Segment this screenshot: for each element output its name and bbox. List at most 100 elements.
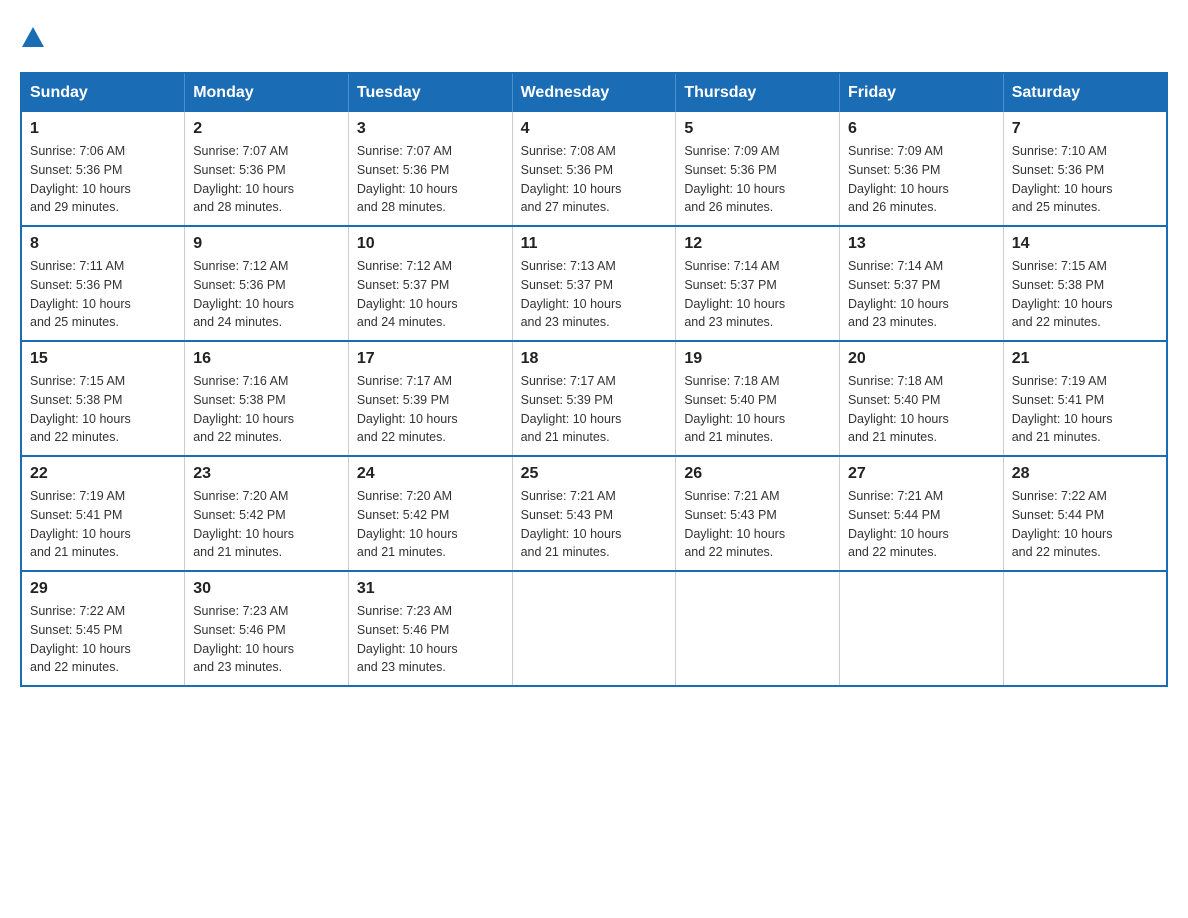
day-number: 18	[521, 350, 668, 368]
page-header	[20, 20, 1168, 52]
day-info: Sunrise: 7:20 AMSunset: 5:42 PMDaylight:…	[193, 489, 294, 559]
weekday-header-sunday: Sunday	[21, 73, 185, 112]
calendar-cell	[512, 571, 676, 686]
calendar-cell: 7 Sunrise: 7:10 AMSunset: 5:36 PMDayligh…	[1003, 112, 1167, 226]
day-info: Sunrise: 7:10 AMSunset: 5:36 PMDaylight:…	[1012, 144, 1113, 214]
weekday-header-thursday: Thursday	[676, 73, 840, 112]
day-info: Sunrise: 7:17 AMSunset: 5:39 PMDaylight:…	[357, 374, 458, 444]
day-number: 22	[30, 465, 176, 483]
calendar-week-row-3: 15 Sunrise: 7:15 AMSunset: 5:38 PMDaylig…	[21, 341, 1167, 456]
day-info: Sunrise: 7:21 AMSunset: 5:43 PMDaylight:…	[521, 489, 622, 559]
day-number: 2	[193, 120, 340, 138]
calendar-week-row-1: 1 Sunrise: 7:06 AMSunset: 5:36 PMDayligh…	[21, 112, 1167, 226]
day-number: 15	[30, 350, 176, 368]
weekday-header-wednesday: Wednesday	[512, 73, 676, 112]
day-number: 31	[357, 580, 504, 598]
day-info: Sunrise: 7:15 AMSunset: 5:38 PMDaylight:…	[30, 374, 131, 444]
day-info: Sunrise: 7:21 AMSunset: 5:43 PMDaylight:…	[684, 489, 785, 559]
day-number: 17	[357, 350, 504, 368]
day-number: 13	[848, 235, 995, 253]
day-info: Sunrise: 7:18 AMSunset: 5:40 PMDaylight:…	[848, 374, 949, 444]
calendar-cell	[840, 571, 1004, 686]
day-info: Sunrise: 7:20 AMSunset: 5:42 PMDaylight:…	[357, 489, 458, 559]
calendar-cell: 28 Sunrise: 7:22 AMSunset: 5:44 PMDaylig…	[1003, 456, 1167, 571]
day-info: Sunrise: 7:23 AMSunset: 5:46 PMDaylight:…	[357, 604, 458, 674]
calendar-cell: 25 Sunrise: 7:21 AMSunset: 5:43 PMDaylig…	[512, 456, 676, 571]
calendar-cell: 8 Sunrise: 7:11 AMSunset: 5:36 PMDayligh…	[21, 226, 185, 341]
day-info: Sunrise: 7:09 AMSunset: 5:36 PMDaylight:…	[848, 144, 949, 214]
calendar-cell: 6 Sunrise: 7:09 AMSunset: 5:36 PMDayligh…	[840, 112, 1004, 226]
day-number: 26	[684, 465, 831, 483]
day-number: 16	[193, 350, 340, 368]
day-number: 19	[684, 350, 831, 368]
day-info: Sunrise: 7:12 AMSunset: 5:37 PMDaylight:…	[357, 259, 458, 329]
day-info: Sunrise: 7:15 AMSunset: 5:38 PMDaylight:…	[1012, 259, 1113, 329]
calendar-cell: 24 Sunrise: 7:20 AMSunset: 5:42 PMDaylig…	[348, 456, 512, 571]
weekday-header-row: SundayMondayTuesdayWednesdayThursdayFrid…	[21, 73, 1167, 112]
day-number: 28	[1012, 465, 1158, 483]
calendar-cell: 18 Sunrise: 7:17 AMSunset: 5:39 PMDaylig…	[512, 341, 676, 456]
day-info: Sunrise: 7:16 AMSunset: 5:38 PMDaylight:…	[193, 374, 294, 444]
day-number: 5	[684, 120, 831, 138]
calendar-cell: 12 Sunrise: 7:14 AMSunset: 5:37 PMDaylig…	[676, 226, 840, 341]
calendar-cell: 19 Sunrise: 7:18 AMSunset: 5:40 PMDaylig…	[676, 341, 840, 456]
calendar-week-row-4: 22 Sunrise: 7:19 AMSunset: 5:41 PMDaylig…	[21, 456, 1167, 571]
day-number: 11	[521, 235, 668, 253]
day-number: 20	[848, 350, 995, 368]
weekday-header-monday: Monday	[185, 73, 349, 112]
day-info: Sunrise: 7:07 AMSunset: 5:36 PMDaylight:…	[357, 144, 458, 214]
calendar-week-row-2: 8 Sunrise: 7:11 AMSunset: 5:36 PMDayligh…	[21, 226, 1167, 341]
calendar-cell: 3 Sunrise: 7:07 AMSunset: 5:36 PMDayligh…	[348, 112, 512, 226]
day-number: 4	[521, 120, 668, 138]
day-number: 30	[193, 580, 340, 598]
day-info: Sunrise: 7:22 AMSunset: 5:45 PMDaylight:…	[30, 604, 131, 674]
day-info: Sunrise: 7:09 AMSunset: 5:36 PMDaylight:…	[684, 144, 785, 214]
calendar-cell: 4 Sunrise: 7:08 AMSunset: 5:36 PMDayligh…	[512, 112, 676, 226]
day-number: 14	[1012, 235, 1158, 253]
day-info: Sunrise: 7:08 AMSunset: 5:36 PMDaylight:…	[521, 144, 622, 214]
day-number: 25	[521, 465, 668, 483]
calendar-cell: 20 Sunrise: 7:18 AMSunset: 5:40 PMDaylig…	[840, 341, 1004, 456]
day-info: Sunrise: 7:12 AMSunset: 5:36 PMDaylight:…	[193, 259, 294, 329]
day-info: Sunrise: 7:19 AMSunset: 5:41 PMDaylight:…	[30, 489, 131, 559]
calendar-cell: 15 Sunrise: 7:15 AMSunset: 5:38 PMDaylig…	[21, 341, 185, 456]
calendar-cell: 22 Sunrise: 7:19 AMSunset: 5:41 PMDaylig…	[21, 456, 185, 571]
calendar-cell	[676, 571, 840, 686]
day-info: Sunrise: 7:11 AMSunset: 5:36 PMDaylight:…	[30, 259, 131, 329]
calendar-cell: 17 Sunrise: 7:17 AMSunset: 5:39 PMDaylig…	[348, 341, 512, 456]
weekday-header-friday: Friday	[840, 73, 1004, 112]
day-info: Sunrise: 7:07 AMSunset: 5:36 PMDaylight:…	[193, 144, 294, 214]
calendar-cell: 11 Sunrise: 7:13 AMSunset: 5:37 PMDaylig…	[512, 226, 676, 341]
day-number: 1	[30, 120, 176, 138]
calendar-cell: 26 Sunrise: 7:21 AMSunset: 5:43 PMDaylig…	[676, 456, 840, 571]
day-info: Sunrise: 7:22 AMSunset: 5:44 PMDaylight:…	[1012, 489, 1113, 559]
day-number: 24	[357, 465, 504, 483]
logo-triangle-icon	[22, 27, 44, 52]
calendar-cell	[1003, 571, 1167, 686]
day-number: 23	[193, 465, 340, 483]
weekday-header-saturday: Saturday	[1003, 73, 1167, 112]
calendar-cell: 16 Sunrise: 7:16 AMSunset: 5:38 PMDaylig…	[185, 341, 349, 456]
calendar-cell: 9 Sunrise: 7:12 AMSunset: 5:36 PMDayligh…	[185, 226, 349, 341]
calendar-cell: 10 Sunrise: 7:12 AMSunset: 5:37 PMDaylig…	[348, 226, 512, 341]
day-number: 12	[684, 235, 831, 253]
day-number: 21	[1012, 350, 1158, 368]
calendar-cell: 2 Sunrise: 7:07 AMSunset: 5:36 PMDayligh…	[185, 112, 349, 226]
day-info: Sunrise: 7:06 AMSunset: 5:36 PMDaylight:…	[30, 144, 131, 214]
day-info: Sunrise: 7:23 AMSunset: 5:46 PMDaylight:…	[193, 604, 294, 674]
calendar-cell: 23 Sunrise: 7:20 AMSunset: 5:42 PMDaylig…	[185, 456, 349, 571]
day-number: 8	[30, 235, 176, 253]
day-number: 27	[848, 465, 995, 483]
calendar-cell: 13 Sunrise: 7:14 AMSunset: 5:37 PMDaylig…	[840, 226, 1004, 341]
logo	[20, 20, 44, 52]
calendar-cell: 27 Sunrise: 7:21 AMSunset: 5:44 PMDaylig…	[840, 456, 1004, 571]
calendar-cell: 31 Sunrise: 7:23 AMSunset: 5:46 PMDaylig…	[348, 571, 512, 686]
day-number: 7	[1012, 120, 1158, 138]
day-info: Sunrise: 7:19 AMSunset: 5:41 PMDaylight:…	[1012, 374, 1113, 444]
day-info: Sunrise: 7:17 AMSunset: 5:39 PMDaylight:…	[521, 374, 622, 444]
weekday-header-tuesday: Tuesday	[348, 73, 512, 112]
calendar-week-row-5: 29 Sunrise: 7:22 AMSunset: 5:45 PMDaylig…	[21, 571, 1167, 686]
day-number: 29	[30, 580, 176, 598]
calendar-cell: 30 Sunrise: 7:23 AMSunset: 5:46 PMDaylig…	[185, 571, 349, 686]
day-number: 9	[193, 235, 340, 253]
